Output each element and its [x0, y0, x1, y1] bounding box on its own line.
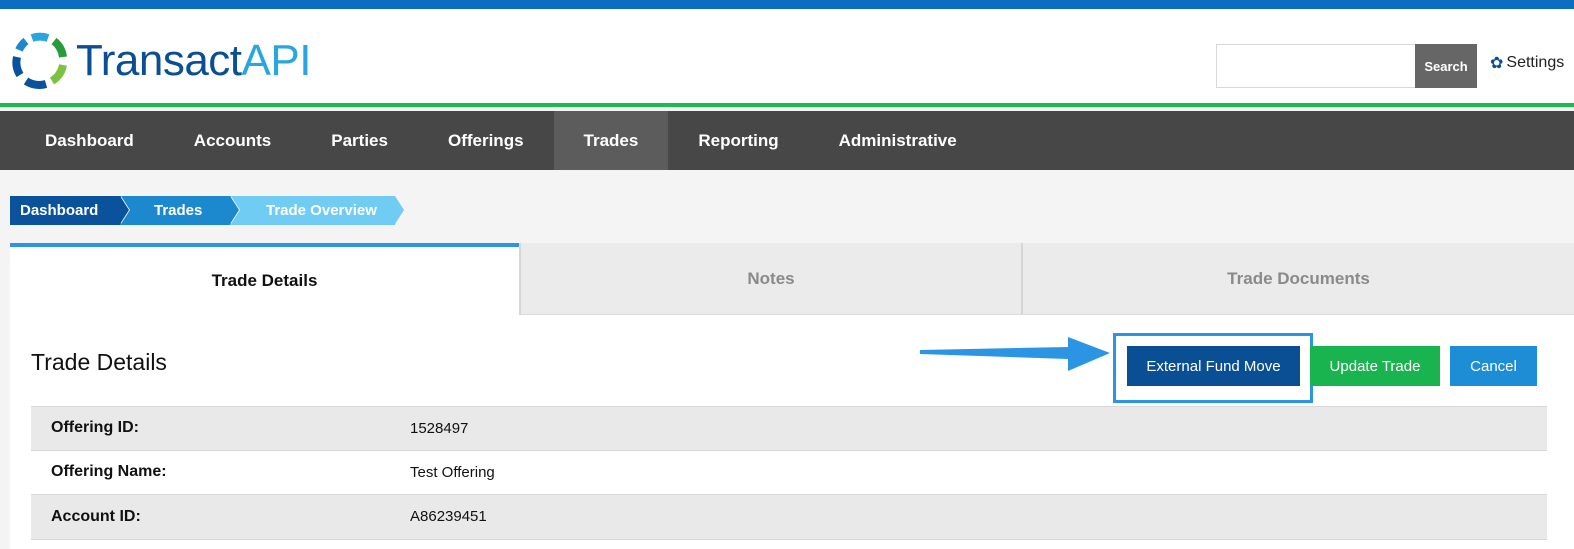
- detail-label: Offering ID:: [51, 419, 139, 437]
- logo-text-main: Transact: [76, 36, 242, 85]
- gear-icon: ✿: [1490, 55, 1504, 72]
- main-nav: Dashboard Accounts Parties Offerings Tra…: [0, 111, 1574, 170]
- external-fund-move-button[interactable]: External Fund Move: [1127, 346, 1300, 386]
- nav-item-offerings[interactable]: Offerings: [418, 111, 554, 170]
- logo-ring-icon: [12, 32, 67, 89]
- search-form: Search: [1216, 44, 1477, 88]
- annotation-arrow-icon: [920, 337, 1110, 371]
- trade-details-table: Offering ID: 1528497 Offering Name: Test…: [31, 406, 1547, 540]
- nav-item-dashboard[interactable]: Dashboard: [15, 111, 164, 170]
- breadcrumb-trades[interactable]: Trades: [120, 196, 240, 225]
- tab-trade-details[interactable]: Trade Details: [10, 243, 519, 315]
- settings-label: Settings: [1506, 54, 1565, 71]
- detail-value: 1528497: [410, 419, 469, 437]
- nav-item-parties[interactable]: Parties: [301, 111, 418, 170]
- tab-notes[interactable]: Notes: [519, 243, 1021, 315]
- update-trade-button[interactable]: Update Trade: [1310, 346, 1440, 386]
- logo[interactable]: TransactAPI: [10, 31, 311, 91]
- detail-value: A86239451: [410, 508, 487, 526]
- logo-text: TransactAPI: [76, 36, 311, 86]
- breadcrumb-trade-overview: Trade Overview: [230, 196, 404, 225]
- header: TransactAPI Search ✿ Settings: [0, 9, 1574, 107]
- search-button[interactable]: Search: [1415, 44, 1477, 88]
- logo-text-accent: API: [241, 36, 312, 85]
- settings-link[interactable]: ✿ Settings: [1490, 53, 1564, 73]
- tab-bar: Trade Details Notes Trade Documents: [10, 243, 1574, 315]
- detail-row-account-id: Account ID: A86239451: [31, 495, 1547, 540]
- nav-item-administrative[interactable]: Administrative: [809, 111, 987, 170]
- nav-item-accounts[interactable]: Accounts: [164, 111, 301, 170]
- section-title: Trade Details: [31, 349, 167, 375]
- breadcrumb-dashboard[interactable]: Dashboard: [10, 196, 130, 225]
- nav-item-reporting[interactable]: Reporting: [668, 111, 808, 170]
- cancel-button[interactable]: Cancel: [1450, 346, 1537, 386]
- detail-value: Test Offering: [410, 463, 495, 481]
- nav-item-trades[interactable]: Trades: [553, 111, 669, 170]
- detail-label: Offering Name:: [51, 463, 167, 481]
- detail-label: Account ID:: [51, 507, 141, 525]
- trade-panel: Trade Details Notes Trade Documents Trad…: [10, 243, 1574, 549]
- search-input[interactable]: [1216, 44, 1415, 88]
- breadcrumb: Dashboard Trades Trade Overview: [10, 196, 404, 225]
- top-accent-bar: [0, 0, 1574, 9]
- tab-trade-documents[interactable]: Trade Documents: [1021, 243, 1574, 315]
- detail-row-offering-id: Offering ID: 1528497: [31, 406, 1547, 451]
- detail-row-offering-name: Offering Name: Test Offering: [31, 451, 1547, 495]
